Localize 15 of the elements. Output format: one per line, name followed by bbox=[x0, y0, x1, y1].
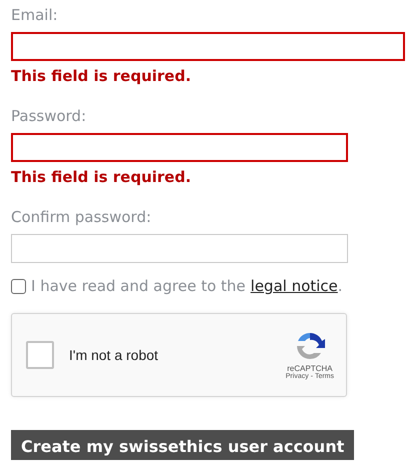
input-field[interactable] bbox=[11, 32, 405, 61]
captcha-brand: reCAPTCHA bbox=[287, 364, 332, 373]
input-field[interactable] bbox=[11, 133, 348, 162]
captcha-label: I'm not a robot bbox=[69, 347, 160, 363]
agreement-text: I have read and agree to the bbox=[31, 277, 246, 295]
error-message: This field is required. bbox=[11, 167, 192, 188]
period-text: . bbox=[338, 277, 343, 295]
field-label: Confirm password: bbox=[11, 207, 152, 228]
field-label: Password: bbox=[11, 106, 86, 127]
error-message: This field is required. bbox=[11, 66, 192, 87]
legal-notice-link[interactable]: legal notice bbox=[250, 277, 338, 295]
checkbox[interactable] bbox=[11, 278, 26, 294]
field-label: Email: bbox=[11, 5, 58, 26]
create-account-button[interactable]: Create my swissethics user account bbox=[11, 430, 354, 460]
captcha-checkbox[interactable] bbox=[26, 341, 54, 369]
